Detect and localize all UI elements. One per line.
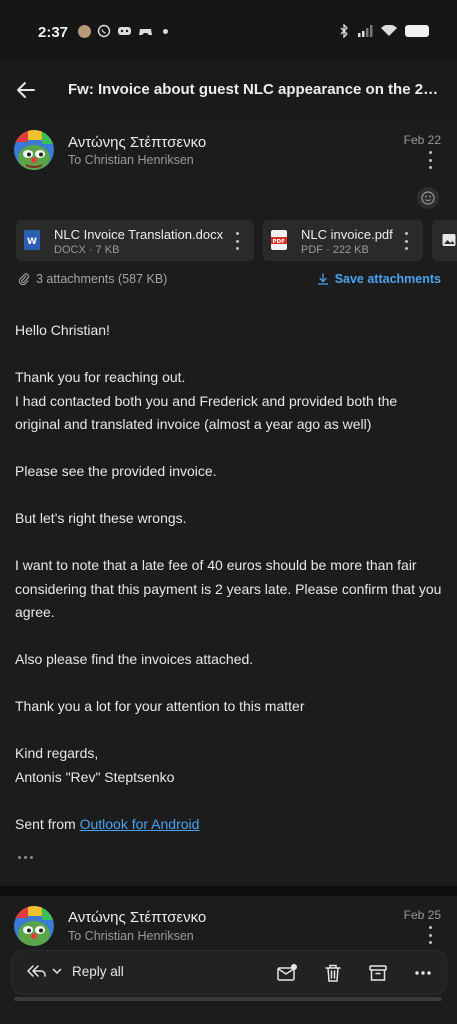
signature: Antonis "Rev" Steptsenko xyxy=(15,768,175,785)
attachment-more-icon[interactable] xyxy=(399,232,413,250)
attachment-card-partial[interactable] xyxy=(432,220,457,261)
message-date: Feb 22 xyxy=(403,133,441,147)
message-body: Hello Christian! Thank you for reaching … xyxy=(15,319,445,836)
sender-avatar[interactable] xyxy=(14,130,54,170)
body-paragraph: But let's right these wrongs. xyxy=(15,510,187,526)
sent-from: Sent from Outlook for Android xyxy=(15,813,445,837)
sender-avatar[interactable] xyxy=(14,906,54,946)
attachments-count: 3 attachments (587 KB) xyxy=(36,272,168,286)
add-reaction-icon[interactable] xyxy=(417,187,439,209)
body-paragraph: I had contacted both you and Frederick a… xyxy=(15,392,398,433)
recipient-line: To Christian Henriksen xyxy=(68,153,194,167)
message-more-icon[interactable] xyxy=(423,926,437,944)
greeting: Hello Christian! xyxy=(15,322,110,338)
body-line: Thank you for reaching out. xyxy=(15,369,186,385)
paperclip-icon xyxy=(18,273,30,285)
outlook-link[interactable]: Outlook for Android xyxy=(80,816,200,832)
more-notifications-dot xyxy=(163,28,168,34)
email-subject: Fw: Invoice about guest NLC appearance o… xyxy=(68,81,440,98)
body-paragraph: I want to note that a late fee of 40 eur… xyxy=(15,557,442,620)
recipient-line: To Christian Henriksen xyxy=(68,929,194,943)
reply-all-label: Reply all xyxy=(72,963,124,979)
reply-all-button[interactable]: Reply all xyxy=(26,963,124,979)
attachment-name: NLC invoice.pdf xyxy=(301,227,393,242)
more-options-icon[interactable] xyxy=(412,962,434,984)
message-date: Feb 25 xyxy=(403,908,441,922)
game-controller-icon xyxy=(139,29,152,35)
gesture-nav-handle[interactable] xyxy=(14,997,442,1001)
sender-name[interactable]: Αντώνης Στέπτσενκο xyxy=(68,909,206,926)
message-divider xyxy=(0,886,457,896)
status-time: 2:37 xyxy=(38,24,69,41)
body-paragraph: Thank you a lot for your attention to th… xyxy=(15,698,305,714)
notification-avatar-icon xyxy=(78,24,91,38)
body-paragraph: Please see the provided invoice. xyxy=(15,463,217,479)
discord-icon xyxy=(118,27,131,35)
message-more-icon[interactable] xyxy=(423,151,437,169)
mark-unread-icon[interactable] xyxy=(276,962,298,984)
battery-icon xyxy=(405,25,429,37)
back-arrow-icon[interactable] xyxy=(14,78,38,102)
attachment-more-icon[interactable] xyxy=(230,232,244,250)
image-icon xyxy=(442,234,456,246)
save-attachments-button[interactable]: Save attachments xyxy=(317,272,441,286)
attachments-summary: 3 attachments (587 KB) xyxy=(18,272,167,286)
notification-icons xyxy=(74,24,168,38)
system-icons xyxy=(339,24,429,38)
svg-text:W: W xyxy=(27,237,37,247)
attachment-meta: DOCX · 7 KB xyxy=(54,244,120,256)
signal-icon xyxy=(358,25,373,37)
wifi-icon xyxy=(381,25,397,36)
bluetooth-icon xyxy=(340,24,348,38)
show-quoted-text-icon[interactable] xyxy=(18,856,33,859)
attachment-name: NLC Invoice Translation.docx xyxy=(54,227,224,242)
reply-all-icon xyxy=(27,965,46,977)
sender-name[interactable]: Αντώνης Στέπτσενκο xyxy=(68,134,206,151)
word-doc-icon: W xyxy=(24,230,40,250)
body-paragraph: Also please find the invoices attached. xyxy=(15,651,254,667)
attachment-meta: PDF · 222 KB xyxy=(301,244,369,256)
save-attachments-label: Save attachments xyxy=(334,272,441,286)
attachment-card[interactable]: W NLC Invoice Translation.docx DOCX · 7 … xyxy=(16,220,254,261)
pdf-icon: PDF xyxy=(271,230,287,250)
attachment-card[interactable]: PDF NLC invoice.pdf PDF · 222 KB xyxy=(263,220,423,261)
status-bar: 2:37 xyxy=(0,0,457,62)
closing: Kind regards, xyxy=(15,745,99,761)
archive-icon[interactable] xyxy=(367,962,389,984)
svg-text:PDF: PDF xyxy=(273,239,286,245)
whatsapp-icon xyxy=(97,24,111,38)
sent-from-prefix: Sent from xyxy=(15,815,80,832)
download-icon xyxy=(317,273,328,285)
chevron-down-icon[interactable] xyxy=(52,967,62,975)
app-bar: Fw: Invoice about guest NLC appearance o… xyxy=(0,62,457,118)
delete-icon[interactable] xyxy=(322,962,344,984)
bottom-action-bar: Reply all xyxy=(11,950,447,995)
